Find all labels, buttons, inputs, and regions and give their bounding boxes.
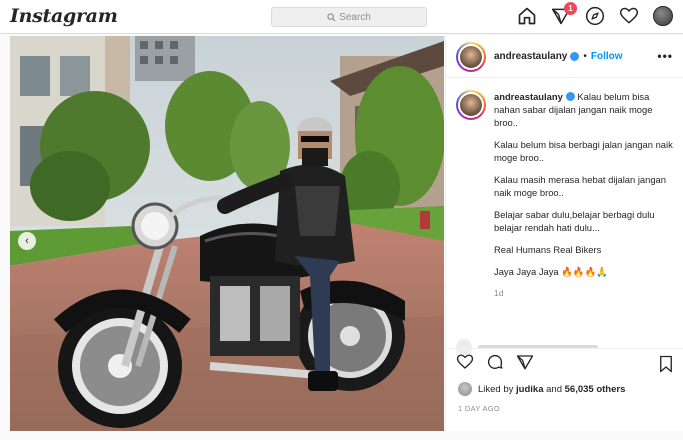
explore-icon[interactable]	[585, 6, 605, 26]
caption-username[interactable]: andreastaulany	[494, 91, 563, 102]
caption-avatar[interactable]	[456, 90, 486, 120]
caption-paragraph: Belajar sabar dulu,belajar berbagi dulu …	[494, 209, 655, 233]
post-photo[interactable]	[10, 36, 444, 431]
notification-badge: 1	[564, 2, 577, 15]
post-side-panel: andreastaulany • Follow ••• andreastaula…	[445, 36, 683, 431]
chevron-left-icon: ‹	[25, 235, 29, 247]
caption-paragraph: Kalau belum bisa berbagi jalan jangan na…	[494, 139, 673, 163]
share-icon[interactable]	[516, 353, 534, 376]
author-username[interactable]: andreastaulany	[494, 51, 567, 62]
comment-icon[interactable]	[486, 353, 504, 376]
instagram-logo[interactable]: Instagram	[10, 5, 118, 27]
profile-avatar[interactable]	[653, 6, 673, 26]
liker-avatar[interactable]	[458, 382, 472, 396]
verified-badge-icon	[565, 92, 575, 101]
post-caption: andreastaulany Kalau belum bisa nahan sa…	[456, 90, 678, 300]
liker-username[interactable]: judika	[516, 384, 543, 395]
likes-count[interactable]: 56,035 others	[565, 384, 626, 395]
post-header: andreastaulany • Follow •••	[446, 36, 683, 78]
home-icon[interactable]	[517, 6, 537, 26]
search-placeholder: Search	[339, 11, 371, 23]
search-icon	[327, 12, 336, 22]
nav-icons: 1	[517, 2, 673, 26]
separator-dot: •	[583, 51, 587, 62]
caption-paragraph: Kalau masih merasa hebat dijalan jangan …	[494, 174, 666, 198]
bookmark-icon[interactable]	[658, 355, 674, 378]
caption-time: 1d	[494, 288, 504, 298]
previous-photo-button[interactable]: ‹	[18, 232, 36, 250]
search-input[interactable]: Search	[271, 7, 427, 27]
post-timestamp: 1 DAY AGO	[458, 404, 501, 413]
likes-summary: Liked by judika and 56,035 others	[458, 382, 625, 396]
like-heart-icon[interactable]	[456, 353, 474, 376]
caption-text: andreastaulany Kalau belum bisa nahan sa…	[494, 90, 674, 300]
motorcycle-photo	[10, 36, 444, 431]
author-avatar[interactable]	[456, 41, 486, 72]
caption-paragraph: Jaya Jaya Jaya 🔥🔥🔥🙏	[494, 266, 608, 277]
top-navigation-bar: Instagram Search 1	[0, 0, 683, 34]
verified-badge-icon	[570, 52, 580, 61]
likes-text[interactable]: Liked by judika and 56,035 others	[478, 384, 625, 395]
heart-icon[interactable]	[619, 6, 639, 26]
caption-paragraph: andreastaulany Kalau belum bisa nahan sa…	[494, 91, 653, 128]
caption-paragraph: Real Humans Real Bikers	[494, 244, 602, 255]
post-actions	[446, 348, 683, 380]
follow-button[interactable]: Follow	[591, 51, 623, 62]
direct-icon[interactable]: 1	[551, 2, 577, 26]
more-options-icon[interactable]: •••	[657, 49, 673, 63]
